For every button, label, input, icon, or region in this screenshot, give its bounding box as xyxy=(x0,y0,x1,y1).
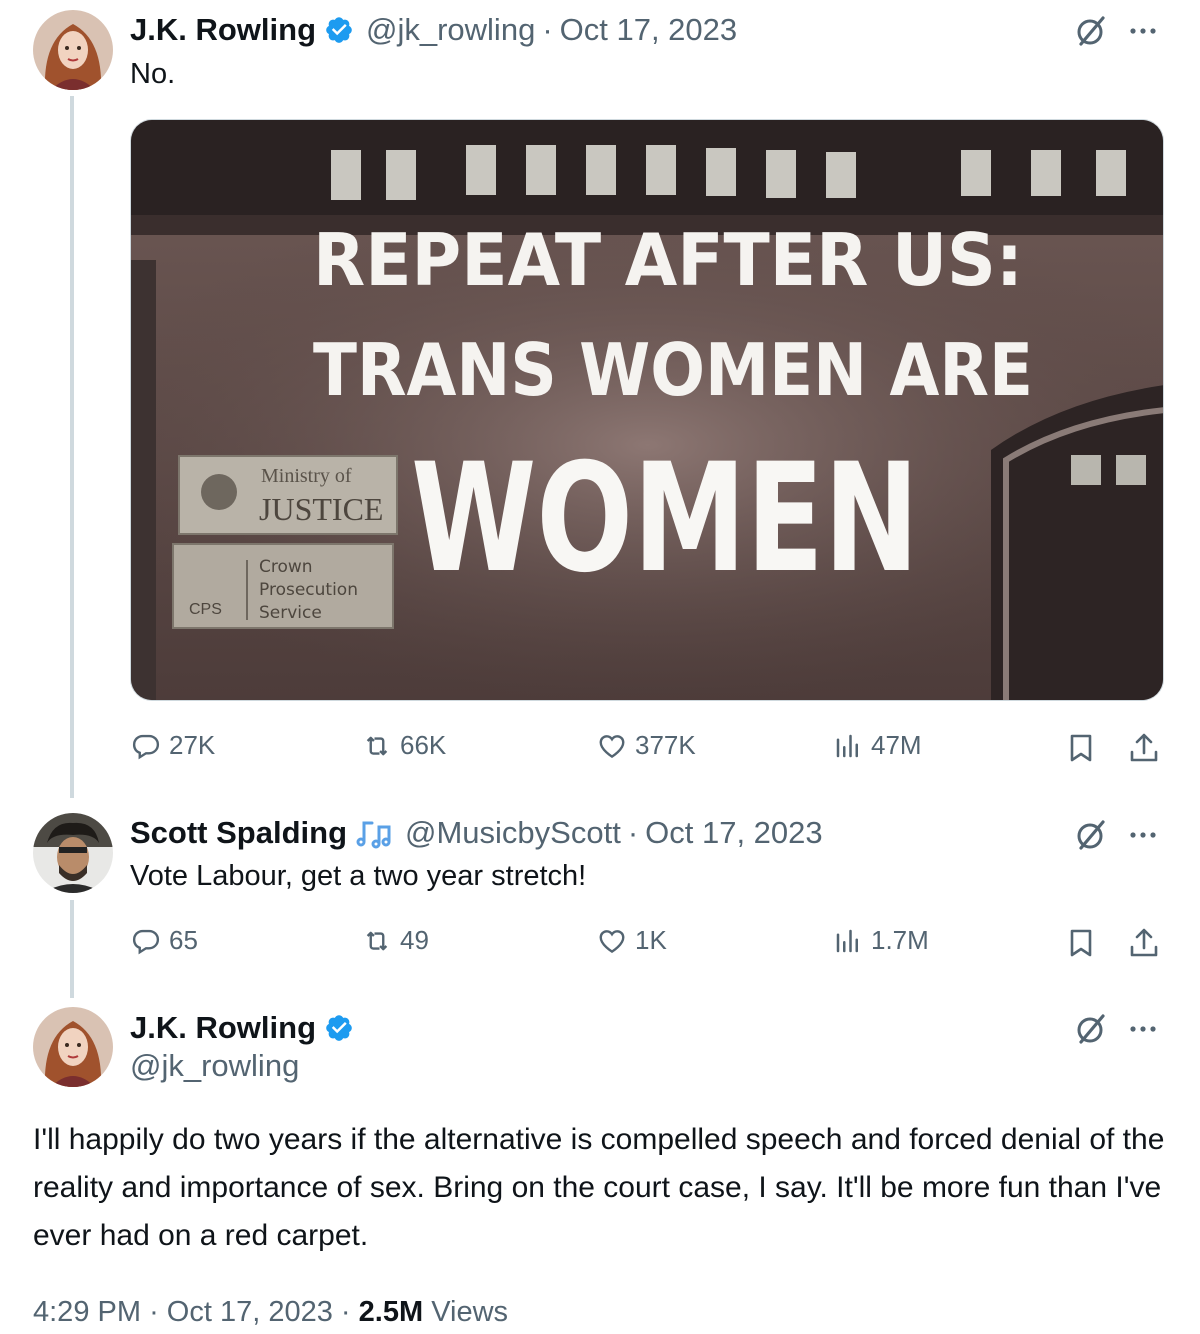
views-count: 47M xyxy=(871,730,922,760)
views-count: 2.5M xyxy=(358,1296,424,1328)
author-handle[interactable]: @jk_rowling xyxy=(366,12,535,48)
tweet1-media-image[interactable]: Ministry of JUSTICE CPS Crown Prosecutio… xyxy=(130,119,1164,701)
tweet-date[interactable]: Oct 17, 2023 xyxy=(560,12,738,48)
grok-icon[interactable] xyxy=(1074,1012,1108,1051)
views-button[interactable]: 47M xyxy=(833,730,922,761)
thread-line-2 xyxy=(70,900,74,998)
author-name[interactable]: J.K. Rowling xyxy=(130,12,316,48)
more-icon[interactable] xyxy=(1126,1012,1160,1051)
tweet-date[interactable]: Oct 17, 2023 xyxy=(167,1296,333,1328)
thread-line-1 xyxy=(70,96,74,798)
grok-icon[interactable] xyxy=(1074,14,1108,53)
tweet1-header: J.K. Rowling @jk_rowling · Oct 17, 2023 xyxy=(130,10,737,50)
bookmark-button[interactable] xyxy=(1064,731,1098,770)
verified-badge-icon xyxy=(326,1015,352,1041)
tweet-date[interactable]: Oct 17, 2023 xyxy=(645,815,823,851)
sign-prosecution: Prosecution xyxy=(259,580,358,600)
avatar-scott-spalding[interactable] xyxy=(33,813,113,893)
views-label: Views xyxy=(431,1296,509,1328)
sign-ministry-small: Ministry of xyxy=(261,465,352,487)
views-icon xyxy=(836,734,858,757)
more-icon[interactable] xyxy=(1126,818,1160,857)
views-count: 1.7M xyxy=(871,925,929,955)
tweet2-header: Scott Spalding @MusicbyScott · Oct 17, 2… xyxy=(130,813,823,853)
sign-crown: Crown xyxy=(259,557,313,577)
projection-line-1: REPEAT AFTER US: xyxy=(313,218,1023,302)
reply-count: 27K xyxy=(169,730,216,760)
tweet2-text: Vote Labour, get a two year stretch! xyxy=(130,860,587,892)
repost-button[interactable]: 49 xyxy=(362,925,429,956)
reply-button[interactable]: 27K xyxy=(131,730,215,761)
projection-line-2: TRANS WOMEN ARE xyxy=(313,328,1033,412)
tweet3-text: I'll happily do two years if the alterna… xyxy=(33,1123,1165,1252)
bookmark-icon xyxy=(1070,734,1092,762)
separator: · xyxy=(149,1296,159,1328)
author-handle[interactable]: @jk_rowling xyxy=(130,1048,299,1084)
author-name[interactable]: J.K. Rowling xyxy=(130,1010,316,1046)
verified-badge-icon xyxy=(326,17,352,43)
share-button[interactable] xyxy=(1127,926,1161,965)
separator: · xyxy=(627,815,639,850)
tweet3-meta: 4:29 PM · Oct 17, 2023 · 2.5M Views xyxy=(33,1296,508,1329)
sign-cps: CPS xyxy=(189,601,222,618)
bookmark-button[interactable] xyxy=(1064,926,1098,965)
views-button[interactable]: 1.7M xyxy=(833,925,929,956)
music-note-icon xyxy=(356,821,391,849)
more-icon[interactable] xyxy=(1126,14,1160,53)
reply-button[interactable]: 65 xyxy=(131,925,198,956)
like-count: 1K xyxy=(635,925,667,955)
like-button[interactable]: 1K xyxy=(597,925,667,956)
repost-button[interactable]: 66K xyxy=(362,730,446,761)
tweet3-header: J.K. Rowling xyxy=(130,1008,354,1048)
like-icon xyxy=(599,734,625,758)
sign-justice: JUSTICE xyxy=(259,491,383,527)
tweet1-text: No. xyxy=(130,58,176,90)
repost-count: 66K xyxy=(400,730,447,760)
reply-count: 65 xyxy=(169,925,198,955)
like-count: 377K xyxy=(635,730,696,760)
reply-icon xyxy=(132,929,160,954)
grok-icon[interactable] xyxy=(1074,818,1108,857)
author-name[interactable]: Scott Spalding xyxy=(130,815,347,851)
repost-count: 49 xyxy=(400,925,429,955)
avatar-jk-rowling-2[interactable] xyxy=(33,1007,113,1087)
reply-icon xyxy=(132,734,160,759)
views-icon xyxy=(836,929,858,952)
avatar-jk-rowling-1[interactable] xyxy=(33,10,113,90)
bookmark-icon xyxy=(1070,929,1092,957)
share-button[interactable] xyxy=(1127,731,1161,770)
separator: · xyxy=(542,12,553,47)
projection-photo: Ministry of JUSTICE CPS Crown Prosecutio… xyxy=(131,120,1163,700)
projection-line-3: WOMEN xyxy=(411,432,919,606)
author-handle[interactable]: @MusicbyScott xyxy=(405,815,621,851)
repost-icon xyxy=(366,931,388,950)
like-button[interactable]: 377K xyxy=(597,730,696,761)
like-icon xyxy=(599,929,625,953)
sign-service: Service xyxy=(259,603,322,623)
separator: · xyxy=(340,1296,351,1328)
share-icon xyxy=(1130,733,1158,762)
repost-icon xyxy=(366,736,388,755)
share-icon xyxy=(1130,928,1158,957)
tweet-time[interactable]: 4:29 PM xyxy=(33,1296,141,1328)
